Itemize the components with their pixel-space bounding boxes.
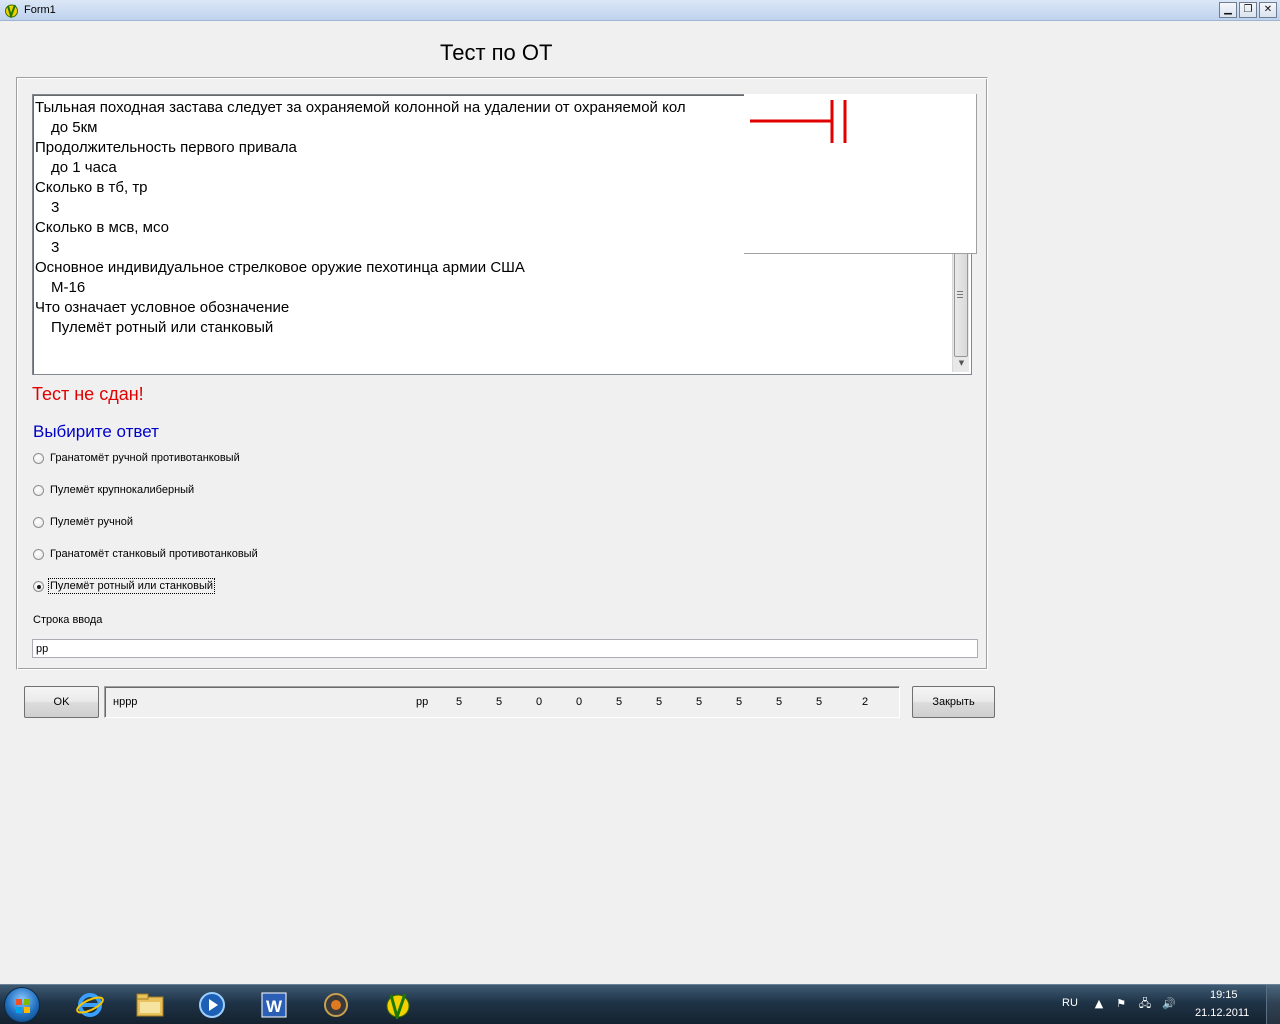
- scrollbar-grip-icon: [957, 291, 963, 298]
- symbol-image-panel: [744, 94, 977, 254]
- log-answer-line: до 1 часа: [51, 159, 117, 176]
- taskbar: W RU ▲ ⚑ 🖧 🔊 19:15 21.12.2011: [0, 984, 1280, 1024]
- answer-input[interactable]: [32, 639, 978, 658]
- media-player-icon: [199, 992, 225, 1018]
- input-label: Строка ввода: [33, 614, 103, 626]
- close-window-button[interactable]: ✕: [1259, 2, 1277, 18]
- answer-option-label[interactable]: Гранатомёт станковый противотанковый: [50, 548, 258, 560]
- answer-option[interactable]: Пулемёт ротный или станковый: [33, 578, 273, 595]
- log-question-line: Основное индивидуальное стрелковое оружи…: [35, 259, 525, 276]
- radio-checked-icon[interactable]: [33, 581, 44, 592]
- start-button[interactable]: [4, 987, 40, 1023]
- score-cell: 5: [456, 696, 463, 708]
- result-label: Тест не сдан!: [32, 384, 144, 404]
- radio-unchecked-icon[interactable]: [33, 549, 44, 560]
- window-title: Form1: [24, 4, 56, 16]
- log-lines: Тыльная походная застава следует за охра…: [35, 98, 686, 338]
- taskbar-media-player[interactable]: [184, 987, 240, 1023]
- score-cell: 5: [736, 696, 743, 708]
- volume-icon[interactable]: 🔊: [1162, 997, 1176, 1011]
- log-question-line: Продолжительность первого привала: [35, 139, 297, 156]
- minimize-button[interactable]: ▁: [1219, 2, 1237, 18]
- taskbar-media-center[interactable]: [308, 987, 364, 1023]
- score-cell: 5: [656, 696, 663, 708]
- taskbar-internet-explorer[interactable]: [62, 987, 118, 1023]
- log-answer-line: Пулемёт ротный или станковый: [51, 319, 274, 336]
- taskbar-microsoft-word[interactable]: W: [246, 987, 302, 1023]
- taskbar-form1-app[interactable]: [370, 987, 426, 1023]
- media-center-icon: [324, 993, 348, 1017]
- clock-time[interactable]: 19:15: [1210, 989, 1238, 1001]
- answer-option-label[interactable]: Пулемёт ручной: [50, 516, 133, 528]
- log-question-line: Сколько в мсв, мсо: [35, 219, 169, 236]
- answer-option[interactable]: Гранатомёт станковый противотанковый: [33, 547, 273, 563]
- svg-text:W: W: [266, 997, 283, 1016]
- form1-app-icon: [386, 993, 410, 1019]
- log-answer-line: 3: [51, 239, 60, 256]
- scroll-down-arrow-icon[interactable]: ▼: [953, 355, 970, 372]
- language-indicator[interactable]: RU: [1062, 997, 1078, 1009]
- score-cell: 0: [576, 696, 583, 708]
- status-text-1: нррр: [113, 696, 138, 708]
- ok-button[interactable]: OK: [24, 686, 99, 718]
- answer-option[interactable]: Гранатомёт ручной противотанковый: [33, 451, 273, 467]
- answer-prompt-label: Выбирите ответ: [33, 422, 159, 441]
- title-bar: Form1 ▁ ❐ ✕: [0, 0, 1280, 21]
- show-desktop-button[interactable]: [1266, 985, 1280, 1024]
- score-cell: 5: [776, 696, 783, 708]
- network-icon[interactable]: 🖧: [1138, 997, 1152, 1011]
- score-cell: 5: [696, 696, 703, 708]
- log-answer-line: до 5км: [51, 119, 98, 136]
- answer-option[interactable]: Пулемёт крупнокалиберный: [33, 483, 273, 499]
- log-question-line: Тыльная походная застава следует за охра…: [35, 99, 686, 116]
- radio-unchecked-icon[interactable]: [33, 485, 44, 496]
- taskbar-windows-explorer[interactable]: [122, 987, 178, 1023]
- score-status-panel: нррр рр 2 5 5 0 0 5 5 5 5 5 5: [104, 686, 900, 718]
- close-button[interactable]: Закрыть: [912, 686, 995, 718]
- answer-option[interactable]: Пулемёт ручной: [33, 515, 273, 531]
- system-tray: RU ▲ ⚑ 🖧 🔊 19:15 21.12.2011: [1040, 985, 1280, 1024]
- radio-unchecked-icon[interactable]: [33, 517, 44, 528]
- page-title: Тест по ОТ: [440, 40, 553, 65]
- restore-button[interactable]: ❐: [1239, 2, 1257, 18]
- log-question-line: Что означает условное обозначение: [35, 299, 290, 316]
- folder-icon: [136, 993, 164, 1017]
- word-icon: W: [261, 992, 287, 1018]
- score-cell: 5: [616, 696, 623, 708]
- log-question-line: Сколько в тб, тр: [35, 179, 148, 196]
- clock-date[interactable]: 21.12.2011: [1195, 1007, 1249, 1019]
- machine-gun-symbol-icon: [750, 100, 847, 143]
- action-center-flag-icon[interactable]: ⚑: [1114, 997, 1128, 1011]
- score-cell: 5: [816, 696, 823, 708]
- score-cell: 5: [496, 696, 503, 708]
- windows-logo-icon: [16, 999, 30, 1013]
- internet-explorer-icon: [76, 993, 104, 1017]
- status-text-2: рр: [416, 696, 429, 708]
- answer-option-label[interactable]: Гранатомёт ручной противотанковый: [50, 452, 240, 464]
- status-final-score: 2: [862, 696, 869, 708]
- answer-option-label[interactable]: Пулемёт крупнокалиберный: [50, 484, 194, 496]
- log-answer-line: 3: [51, 199, 60, 216]
- app-icon: [5, 4, 18, 18]
- log-answer-line: М-16: [51, 279, 86, 296]
- show-hidden-icons-icon[interactable]: ▲: [1092, 997, 1106, 1011]
- score-cell: 0: [536, 696, 543, 708]
- answer-option-label[interactable]: Пулемёт ротный или станковый: [47, 578, 216, 594]
- radio-unchecked-icon[interactable]: [33, 453, 44, 464]
